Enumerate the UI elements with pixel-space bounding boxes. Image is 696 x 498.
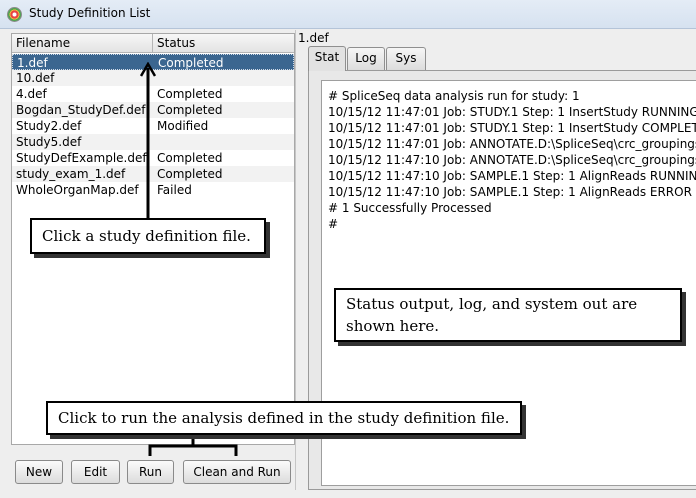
output-line: 10/15/12 11:47:10 Job: SAMPLE.1 Step: 1 … — [328, 185, 692, 199]
column-divider[interactable] — [152, 34, 153, 53]
row-filename: Bogdan_StudyDef.def — [16, 103, 146, 117]
output-line: 10/15/12 11:47:01 Job: ANNOTATE.D:\Splic… — [328, 137, 696, 151]
new-button[interactable]: New — [15, 460, 63, 484]
output-line: 10/15/12 11:47:10 Job: ANNOTATE.D:\Splic… — [328, 153, 696, 167]
app-icon — [7, 7, 22, 22]
row-filename: 4.def — [16, 87, 47, 101]
bracket-icon — [148, 434, 238, 456]
output-line: # SpliceSeq data analysis run for study:… — [328, 89, 580, 103]
output-line: 10/15/12 11:47:01 Job: STUDY.1 Step: 1 I… — [328, 121, 696, 135]
row-status: Completed — [157, 167, 223, 181]
callout-click-file: Click a study definition file. — [30, 218, 266, 254]
tab-sys[interactable]: Sys — [386, 47, 426, 70]
output-line: # 1 Successfully Processed — [328, 201, 492, 215]
row-status: Failed — [157, 183, 192, 197]
row-filename: 10.def — [16, 71, 55, 85]
row-status: Completed — [157, 103, 223, 117]
edit-button[interactable]: Edit — [71, 460, 120, 484]
column-header-filename[interactable]: Filename — [16, 36, 70, 50]
selected-file-title: 1.def — [298, 31, 329, 45]
column-header-status[interactable]: Status — [157, 36, 195, 50]
row-filename: StudyDefExample.def — [16, 151, 147, 165]
run-button[interactable]: Run — [127, 460, 174, 484]
row-status: Completed — [157, 151, 223, 165]
tab-stat[interactable]: Stat — [308, 46, 346, 71]
pointer-arrow-icon — [140, 62, 156, 222]
row-filename: study_exam_1.def — [16, 167, 126, 181]
row-filename: 1.def — [17, 56, 48, 70]
window-title: Study Definition List — [29, 6, 151, 20]
callout-click-run: Click to run the analysis defined in the… — [46, 401, 522, 435]
tab-log[interactable]: Log — [347, 47, 385, 70]
title-bar: Study Definition List — [0, 0, 696, 28]
output-line: 10/15/12 11:47:01 Job: STUDY.1 Step: 1 I… — [328, 105, 696, 119]
row-status: Completed — [157, 87, 223, 101]
row-filename: Study2.def — [16, 119, 82, 133]
row-status: Completed — [158, 56, 224, 70]
row-filename: Study5.def — [16, 135, 82, 149]
callout-status-output: Status output, log, and system out are s… — [334, 288, 682, 342]
table-header: Filename Status — [12, 34, 294, 53]
clean-and-run-button[interactable]: Clean and Run — [183, 460, 291, 484]
row-status: Modified — [157, 119, 209, 133]
row-filename: WholeOrganMap.def — [16, 183, 139, 197]
output-line: 10/15/12 11:47:10 Job: SAMPLE.1 Step: 1 … — [328, 169, 696, 183]
output-line: # — [328, 217, 339, 231]
